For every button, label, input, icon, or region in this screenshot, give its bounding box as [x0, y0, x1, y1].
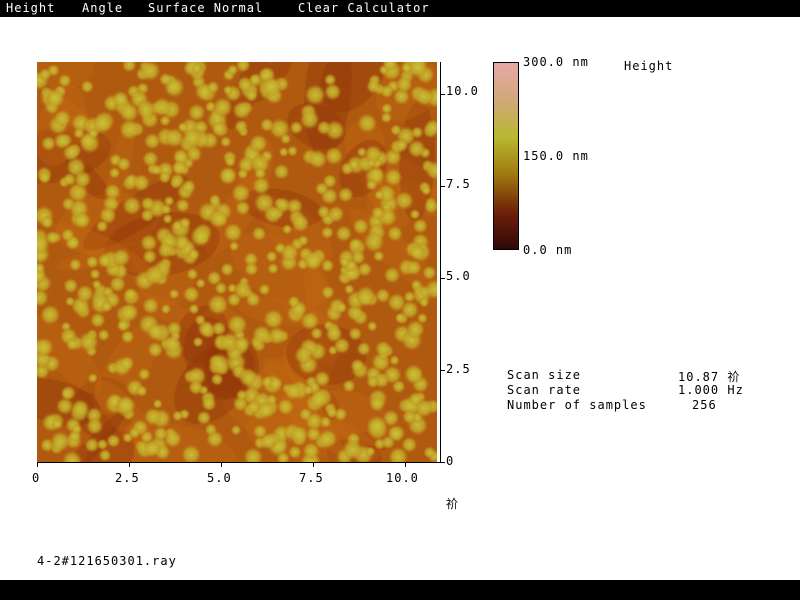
- colorbar-min-label: 0.0 nm: [523, 243, 573, 257]
- x-tick: [220, 462, 222, 467]
- y-tick-label: 7.5: [446, 177, 471, 191]
- menu-clear-calculator[interactable]: Clear Calculator: [298, 1, 430, 15]
- x-tick: [404, 462, 406, 467]
- menu-bar: Height Angle Surface Normal Clear Calcul…: [0, 0, 800, 17]
- y-tick: [440, 278, 445, 279]
- scan-size-label: Scan size: [507, 368, 582, 382]
- x-tick: [312, 462, 314, 467]
- menu-surface-normal[interactable]: Surface Normal: [148, 1, 263, 15]
- x-tick-label: 0: [32, 471, 41, 485]
- x-unit-label: 祄: [446, 497, 460, 511]
- bottom-bar: [0, 580, 800, 600]
- y-tick: [440, 186, 445, 187]
- y-tick-label: 2.5: [446, 362, 471, 376]
- scan-rate-value: 1.000 Hz: [678, 383, 744, 397]
- x-tick-label: 5.0: [207, 471, 232, 485]
- filename: 4-2#121650301.ray: [37, 554, 177, 568]
- y-tick: [440, 94, 445, 95]
- color-scale-bar: [493, 62, 519, 250]
- samples-value: 256: [692, 398, 717, 412]
- y-tick-label: 5.0: [446, 269, 471, 283]
- colorbar-mid-label: 150.0 nm: [523, 149, 589, 163]
- y-tick: [440, 370, 445, 371]
- menu-height[interactable]: Height: [6, 1, 55, 15]
- scan-rate-label: Scan rate: [507, 383, 582, 397]
- colorbar-title: Height: [624, 59, 674, 73]
- colorbar-max-label: 300.0 nm: [523, 55, 589, 69]
- x-axis: [37, 462, 441, 463]
- y-axis: [440, 62, 441, 462]
- x-tick: [128, 462, 130, 467]
- x-tick-label: 2.5: [115, 471, 140, 485]
- samples-label: Number of samples: [507, 398, 647, 412]
- menu-angle[interactable]: Angle: [82, 1, 123, 15]
- y-tick: [440, 462, 445, 463]
- y-tick-label: 0: [446, 454, 455, 468]
- y-tick-label: 10.0: [446, 84, 479, 98]
- x-tick-label: 7.5: [299, 471, 324, 485]
- afm-height-image: [37, 62, 437, 462]
- x-tick-label: 10.0: [386, 471, 419, 485]
- x-tick: [37, 462, 38, 467]
